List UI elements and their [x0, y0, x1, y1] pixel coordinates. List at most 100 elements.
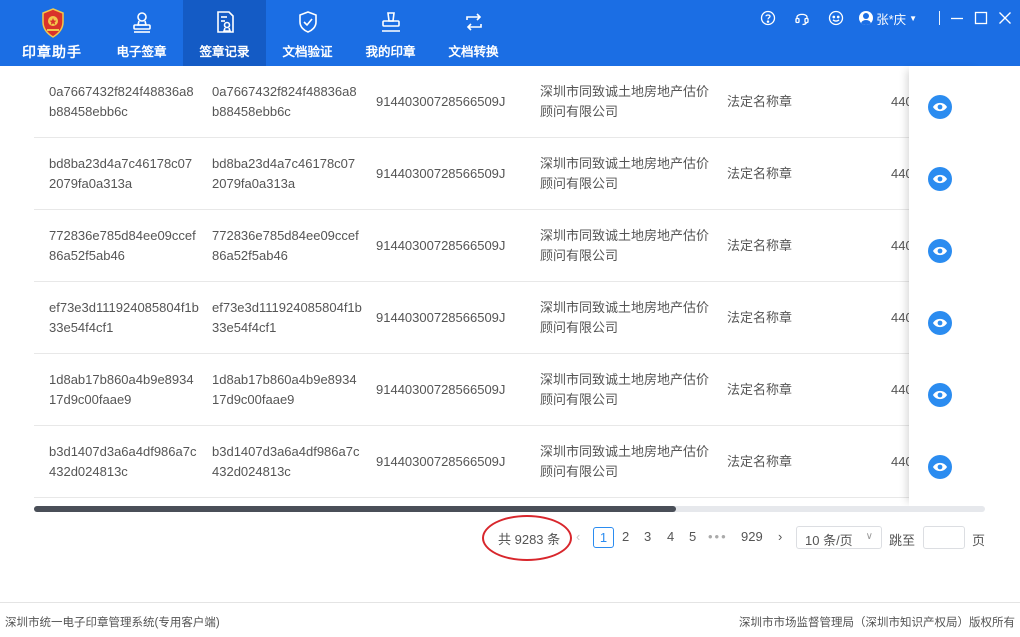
brand: 印章助手	[0, 0, 104, 66]
cell-text: 法定名称章	[727, 309, 793, 325]
cell-seal-type: 法定名称章	[727, 426, 847, 498]
cell-text: 440	[891, 237, 909, 253]
cell-text: 772836e785d84ee09ccef86a52f5ab46	[212, 227, 359, 264]
cell-credit-code: 91440300728566509J	[376, 138, 526, 210]
shield-check-icon	[299, 11, 317, 33]
nav-label: 文档转换	[448, 45, 499, 59]
page-size-select[interactable]: 10 条/页 ∨	[796, 526, 882, 549]
cell-company: 深圳市同致诚土地房地产估价顾问有限公司	[540, 282, 710, 354]
cell-credit-code: 91440300728566509J	[376, 66, 526, 138]
avatar	[859, 11, 874, 25]
cell-file-id: bd8ba23d4a7c46178c072079fa0a313a	[212, 138, 362, 210]
headset-icon[interactable]	[793, 9, 811, 27]
view-button[interactable]	[928, 455, 952, 479]
nav-tab-sign-records[interactable]: 签章记录	[183, 0, 266, 66]
cell-text: 772836e785d84ee09ccef86a52f5ab46	[49, 227, 196, 264]
nav-tab-doc-verify[interactable]: 文档验证	[266, 0, 349, 66]
eye-icon	[933, 246, 947, 256]
cell-truncated: 440	[891, 210, 909, 282]
jump-page-input[interactable]	[923, 526, 965, 549]
records-table: 0a7667432f824f48836a8b88458ebb6c 0a76674…	[34, 66, 985, 506]
nav-label: 我的印章	[365, 45, 416, 59]
cell-text: 91440300728566509J	[376, 237, 506, 253]
cell-text: 法定名称章	[727, 93, 793, 109]
cell-text: 深圳市同致诚土地房地产估价顾问有限公司	[540, 299, 710, 336]
chevron-down-icon: ∨	[865, 531, 873, 542]
more-pages-button[interactable]: •••	[708, 529, 728, 544]
jump-suffix: 页	[972, 533, 986, 548]
page-button-last[interactable]: 929	[741, 529, 763, 544]
nav-tab-my-seals[interactable]: 我的印章	[349, 0, 432, 66]
chevron-down-icon: ▼	[909, 13, 917, 23]
cell-seal-type: 法定名称章	[727, 66, 847, 138]
table-row: ef73e3d111924085804f1b33e54f4cf1 ef73e3d…	[34, 282, 985, 354]
cell-seal-type: 法定名称章	[727, 354, 847, 426]
cell-text: 0a7667432f824f48836a8b88458ebb6c	[49, 83, 194, 120]
cell-company: 深圳市同致诚土地房地产估价顾问有限公司	[540, 426, 710, 498]
view-button[interactable]	[928, 383, 952, 407]
eye-icon	[933, 318, 947, 328]
cell-record-id: 1d8ab17b860a4b9e893417d9c00faae9	[49, 354, 199, 426]
page-button[interactable]: 4	[667, 529, 674, 544]
cell-text: 1d8ab17b860a4b9e893417d9c00faae9	[49, 371, 194, 408]
user-menu[interactable]: 张*庆 ▼	[859, 9, 917, 28]
nav-tab-doc-convert[interactable]: 文档转换	[432, 0, 515, 66]
cell-record-id: 0a7667432f824f48836a8b88458ebb6c	[49, 66, 199, 138]
cell-text: b3d1407d3a6a4df986a7c432d024813c	[49, 443, 197, 480]
main-nav: 电子签章 签章记录 文档验证 我的印章 文档转换	[100, 0, 515, 66]
table-row: 0a7667432f824f48836a8b88458ebb6c 0a76674…	[34, 66, 985, 138]
eye-icon	[933, 390, 947, 400]
cell-file-id: 0a7667432f824f48836a8b88458ebb6c	[212, 66, 362, 138]
view-button[interactable]	[928, 95, 952, 119]
page-button[interactable]: 2	[622, 529, 629, 544]
table-row: 772836e785d84ee09ccef86a52f5ab46 772836e…	[34, 210, 985, 282]
scrollbar-thumb[interactable]	[34, 506, 676, 512]
cell-text: 440	[891, 309, 909, 325]
convert-icon	[466, 13, 482, 31]
cell-text: 法定名称章	[727, 453, 793, 469]
view-button[interactable]	[928, 167, 952, 191]
action-column	[909, 66, 985, 506]
horizontal-scrollbar[interactable]	[34, 506, 985, 512]
cell-text: 440	[891, 453, 909, 469]
smile-icon[interactable]	[827, 9, 845, 27]
cell-text: 440	[891, 165, 909, 181]
app-header: 印章助手 电子签章 签章记录 文档验证 我的印章 文档转换 张*庆 ▼	[0, 0, 1020, 66]
cell-seal-type: 法定名称章	[727, 282, 847, 354]
nav-tab-e-sign[interactable]: 电子签章	[100, 0, 183, 66]
page-button[interactable]: 5	[689, 529, 696, 544]
cell-text: 91440300728566509J	[376, 453, 506, 469]
nav-label: 文档验证	[282, 45, 333, 59]
table-row: b3d1407d3a6a4df986a7c432d024813c b3d1407…	[34, 426, 985, 498]
eye-icon	[933, 462, 947, 472]
cell-company: 深圳市同致诚土地房地产估价顾问有限公司	[540, 354, 710, 426]
view-button[interactable]	[928, 239, 952, 263]
cell-text: ef73e3d111924085804f1b33e54f4cf1	[49, 299, 199, 336]
page-button[interactable]: 3	[644, 529, 651, 544]
record-doc-icon	[217, 11, 234, 33]
window-controls-area: 张*庆 ▼	[743, 0, 1020, 36]
cell-text: 91440300728566509J	[376, 309, 506, 325]
cell-truncated: 440	[891, 282, 909, 354]
close-button[interactable]	[998, 11, 1012, 25]
page-button-current[interactable]: 1	[593, 527, 614, 548]
nav-label: 电子签章	[116, 45, 167, 59]
view-button[interactable]	[928, 311, 952, 335]
total-count: 共 9283 条	[498, 532, 561, 547]
cell-company: 深圳市同致诚土地房地产估价顾问有限公司	[540, 138, 710, 210]
maximize-button[interactable]	[974, 11, 988, 25]
cell-text: 法定名称章	[727, 165, 793, 181]
next-page-button[interactable]: ›	[778, 529, 782, 544]
footer-system-name: 深圳市统一电子印章管理系统(专用客户端)	[5, 617, 220, 629]
cell-text: 深圳市同致诚土地房地产估价顾问有限公司	[540, 443, 710, 480]
cell-text: 法定名称章	[727, 381, 793, 397]
help-icon[interactable]	[759, 9, 777, 27]
cell-record-id: ef73e3d111924085804f1b33e54f4cf1	[49, 282, 199, 354]
table-row: bd8ba23d4a7c46178c072079fa0a313a bd8ba23…	[34, 138, 985, 210]
cell-truncated: 440	[891, 138, 909, 210]
cell-file-id: b3d1407d3a6a4df986a7c432d024813c	[212, 426, 362, 498]
cell-truncated: 440	[891, 354, 909, 426]
minimize-button[interactable]	[950, 11, 964, 25]
prev-page-button[interactable]: ‹	[576, 529, 580, 544]
cell-file-id: 772836e785d84ee09ccef86a52f5ab46	[212, 210, 362, 282]
